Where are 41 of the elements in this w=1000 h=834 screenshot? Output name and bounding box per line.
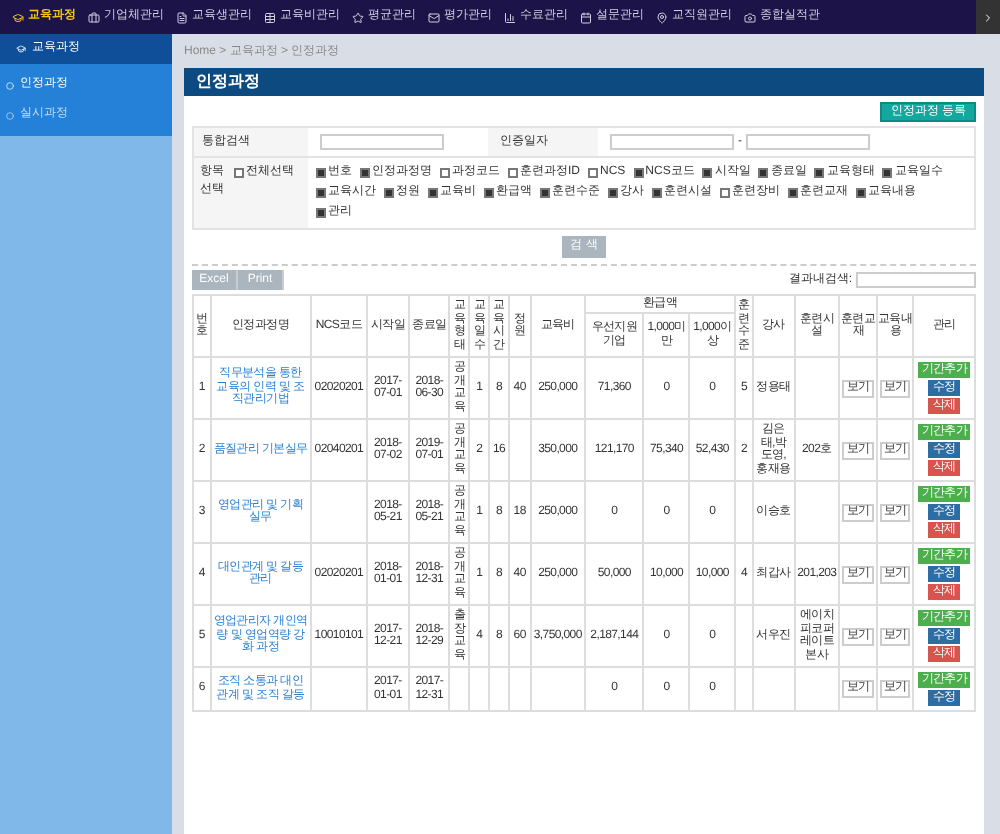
checkbox[interactable]	[608, 188, 618, 198]
envelope-icon	[428, 11, 440, 23]
checkbox[interactable]	[702, 168, 713, 178]
checkbox[interactable]	[316, 188, 326, 198]
keyword-field[interactable]	[320, 134, 444, 150]
star-icon	[352, 11, 364, 23]
cap-icon	[16, 44, 26, 54]
checkbox[interactable]	[360, 168, 370, 178]
checkbox[interactable]	[316, 168, 326, 178]
pin-icon	[656, 11, 668, 23]
table-icon	[264, 11, 276, 23]
page-title-bar: 인정과정	[184, 68, 984, 96]
checkbox[interactable]	[428, 188, 438, 198]
checkbox[interactable]	[540, 188, 550, 198]
circle-icon	[6, 81, 14, 89]
checkbox[interactable]	[316, 208, 326, 218]
checkbox[interactable]	[788, 188, 798, 198]
checkbox[interactable]	[814, 168, 825, 178]
checkbox[interactable]	[882, 168, 893, 178]
checkbox[interactable]	[384, 188, 394, 198]
checkbox[interactable]	[588, 168, 598, 178]
checkbox[interactable]	[234, 168, 244, 178]
cap-icon	[12, 11, 24, 23]
document-icon	[176, 11, 188, 23]
checkbox[interactable]	[508, 168, 518, 178]
briefcase-icon	[88, 11, 100, 23]
checkbox[interactable]	[440, 168, 450, 178]
chart-icon	[504, 11, 516, 23]
chevron-right-icon	[982, 11, 994, 23]
checkbox[interactable]	[720, 188, 730, 198]
checkbox[interactable]	[856, 188, 866, 198]
calendar-icon	[580, 11, 592, 23]
checkbox[interactable]	[758, 168, 769, 178]
checkbox[interactable]	[652, 188, 662, 198]
checkbox[interactable]	[633, 168, 644, 178]
circle-icon	[6, 111, 14, 119]
checkbox[interactable]	[484, 188, 494, 198]
camera-icon	[744, 11, 756, 23]
end-date-field[interactable]	[746, 134, 870, 150]
start-date-field[interactable]	[610, 134, 734, 150]
result-search-field[interactable]	[856, 272, 976, 288]
